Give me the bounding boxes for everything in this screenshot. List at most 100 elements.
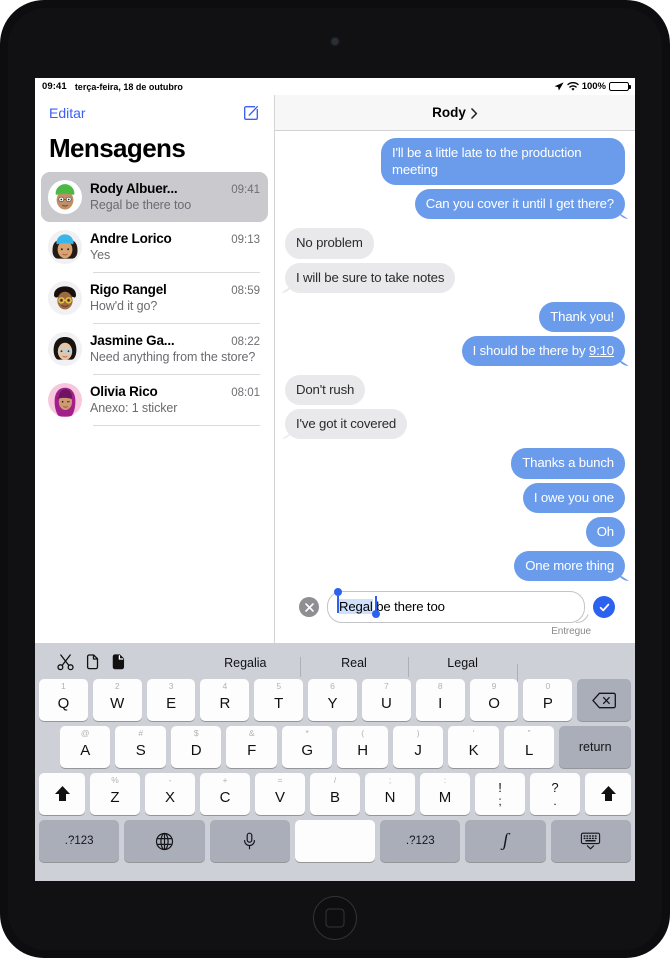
- key-d[interactable]: $ D: [170, 726, 222, 768]
- numbers-key-right[interactable]: .?123: [380, 820, 461, 862]
- suggestion-2[interactable]: Legal: [408, 656, 517, 677]
- contact-name: Olivia Rico: [90, 384, 158, 399]
- compose-icon[interactable]: [242, 104, 260, 122]
- key-hint: $: [193, 728, 199, 738]
- chevron-right-icon[interactable]: [471, 107, 478, 119]
- cut-icon[interactable]: [57, 654, 74, 671]
- key-k[interactable]: ' K: [448, 726, 499, 768]
- space-key[interactable]: [294, 820, 376, 862]
- key-n[interactable]: ; N: [365, 773, 415, 815]
- key-label: N: [384, 789, 396, 806]
- message-bubble[interactable]: I should be there by 9:10: [461, 335, 625, 367]
- avatar: [48, 281, 82, 315]
- key-b[interactable]: / B: [310, 773, 360, 815]
- message-bubble[interactable]: No problem: [285, 228, 374, 259]
- selection-caret-start[interactable]: [337, 596, 340, 614]
- suggestion-1[interactable]: Real: [299, 656, 409, 677]
- key-t[interactable]: 5T: [254, 679, 304, 721]
- key-label: L: [524, 742, 534, 759]
- globe-icon[interactable]: [124, 820, 205, 862]
- message-bubble[interactable]: I'll be a little late to the production …: [381, 138, 625, 186]
- predictive-suggestions: Regalia Real Legal: [191, 652, 631, 684]
- key-l[interactable]: " L: [503, 726, 555, 768]
- key-label: U: [380, 695, 392, 712]
- key-z[interactable]: % Z: [90, 773, 140, 815]
- message-bubble[interactable]: Don't rush: [285, 375, 366, 406]
- close-circle-icon[interactable]: [299, 597, 319, 618]
- numbers-key-left[interactable]: .?123: [39, 820, 120, 862]
- dictation-microphone-icon[interactable]: [209, 820, 290, 862]
- key-hint: ': [472, 728, 475, 738]
- home-button[interactable]: [313, 896, 357, 940]
- selected-text[interactable]: Regal: [339, 599, 373, 615]
- key-p[interactable]: 0P: [523, 679, 573, 721]
- key-g[interactable]: * G: [281, 726, 333, 768]
- key-u[interactable]: 7U: [361, 679, 411, 721]
- key-r[interactable]: 4R: [200, 679, 250, 721]
- time-link[interactable]: 9:10: [589, 343, 614, 358]
- message-bubble[interactable]: I owe you one: [522, 482, 625, 513]
- contact-name: Jasmine Ga...: [90, 333, 175, 348]
- key-h[interactable]: (H: [337, 726, 388, 768]
- contact-name: Rigo Rangel: [90, 282, 167, 297]
- remaining-text: be there too: [372, 599, 445, 615]
- message-bubble[interactable]: Thank you!: [539, 301, 625, 332]
- key-hint: 8: [437, 681, 443, 691]
- key-hint: ;: [388, 775, 392, 785]
- message-bubble[interactable]: Oh: [585, 516, 625, 547]
- key-y[interactable]: 6Y: [308, 679, 357, 721]
- handwriting-key[interactable]: ʃ: [465, 820, 546, 862]
- paste-icon[interactable]: [111, 654, 126, 671]
- copy-icon[interactable]: [85, 654, 100, 671]
- suggestion-0[interactable]: Regalia: [191, 656, 300, 670]
- key-hint: +: [222, 775, 228, 785]
- message-bubble[interactable]: Can you cover it until I get there?: [414, 189, 625, 220]
- message-bubble[interactable]: I will be sure to take notes: [285, 262, 456, 293]
- message-bubble[interactable]: Thanks a bunch: [511, 448, 625, 479]
- key-i[interactable]: 8I: [415, 679, 465, 721]
- key-m[interactable]: :M: [420, 773, 470, 815]
- key-exclamation-semicolon[interactable]: !;: [475, 773, 525, 815]
- key-label: A: [80, 742, 91, 759]
- key-label: E: [166, 695, 177, 712]
- keyboard-row-4: .?123 .?123 ʃ: [39, 820, 631, 862]
- key-hint: @: [80, 728, 90, 738]
- battery-percent: 100%: [581, 81, 606, 92]
- key-label: W: [110, 695, 125, 712]
- key-q[interactable]: 1Q: [39, 679, 88, 721]
- key-f[interactable]: & F: [226, 726, 277, 768]
- backspace-icon[interactable]: [577, 679, 631, 721]
- edit-button[interactable]: Editar: [49, 105, 86, 121]
- key-label: Z: [110, 789, 120, 806]
- list-item[interactable]: Jasmine Ga... 08:22 Need anything from t…: [41, 324, 268, 374]
- key-a[interactable]: @ A: [60, 726, 111, 768]
- key-o[interactable]: 9O: [469, 679, 519, 721]
- dismiss-keyboard-icon[interactable]: [550, 820, 631, 862]
- list-item[interactable]: Rody Albuer... 09:41 Regal be there too: [41, 172, 268, 222]
- list-item[interactable]: Olivia Rico 08:01 Anexo: 1 sticker: [41, 375, 268, 425]
- list-item-body: Rigo Rangel 08:59 How'd it go?: [90, 281, 260, 315]
- shift-icon-right[interactable]: [585, 773, 631, 815]
- key-hint: 1: [61, 681, 66, 691]
- key-c[interactable]: + C: [200, 773, 250, 815]
- key-v[interactable]: = V: [255, 773, 305, 815]
- front-camera: [331, 38, 339, 45]
- location-arrow-icon: [554, 81, 564, 90]
- thread-header[interactable]: Rody: [275, 95, 635, 131]
- return-key[interactable]: return: [559, 726, 632, 768]
- list-item[interactable]: Rigo Rangel 08:59 How'd it go?: [41, 273, 268, 323]
- message-bubble[interactable]: One more thing: [514, 550, 625, 582]
- shift-icon[interactable]: [39, 773, 85, 815]
- key-s[interactable]: # S: [115, 726, 166, 768]
- key-label: Y: [327, 695, 338, 712]
- message-bubble[interactable]: I've got it covered: [285, 409, 408, 440]
- key-w[interactable]: 2W: [92, 679, 142, 721]
- key-question-period[interactable]: ?.: [530, 773, 580, 815]
- list-item[interactable]: Andre Lorico 09:13 Yes: [41, 222, 268, 272]
- message-edit-field[interactable]: Regal be there too: [327, 591, 585, 624]
- key-x[interactable]: -X: [145, 773, 195, 815]
- checkmark-circle-icon[interactable]: [593, 596, 615, 619]
- key-label: S: [135, 742, 146, 759]
- key-e[interactable]: 3E: [146, 679, 196, 721]
- key-j[interactable]: ) J: [392, 726, 444, 768]
